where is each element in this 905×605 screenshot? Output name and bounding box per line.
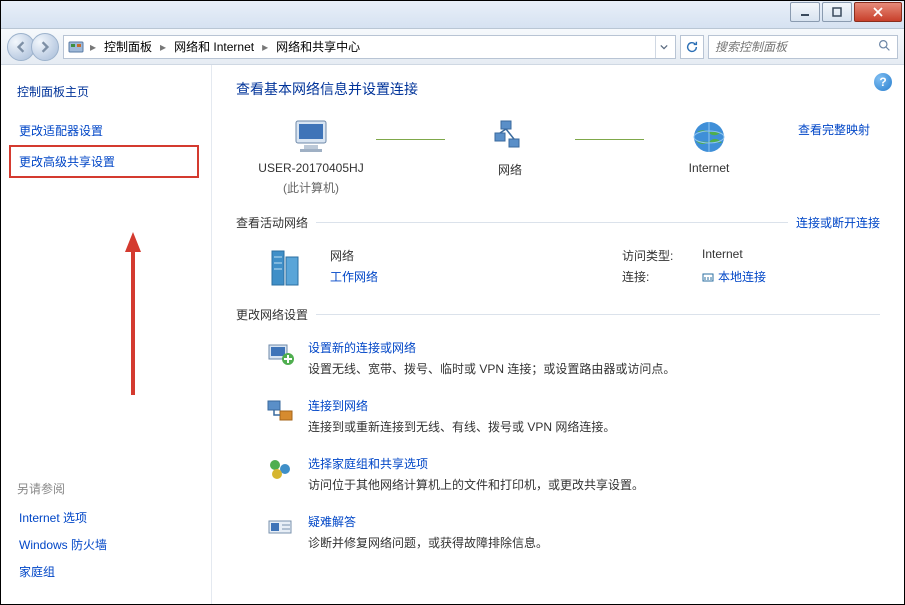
node-label: Internet <box>689 161 730 175</box>
see-also-windows-firewall[interactable]: Windows 防火墙 <box>17 532 195 557</box>
breadcrumb-bar[interactable]: ▸ 控制面板 ▸ 网络和 Internet ▸ 网络和共享中心 <box>63 35 676 59</box>
setting-item-homegroup[interactable]: 选择家庭组和共享选项 访问位于其他网络计算机上的文件和打印机，或更改共享设置。 <box>266 455 880 493</box>
prop-key-access: 访问类型: <box>622 247 682 264</box>
setting-item-troubleshoot[interactable]: 疑难解答 诊断并修复网络问题，或获得故障排除信息。 <box>266 513 880 551</box>
forward-arrow-icon <box>39 41 51 53</box>
see-also-title: 另请参阅 <box>17 480 195 497</box>
active-network-name: 网络 <box>330 247 490 264</box>
prop-val-access: Internet <box>702 247 743 264</box>
see-also-section: 另请参阅 Internet 选项 Windows 防火墙 家庭组 <box>17 470 195 586</box>
setting-item-new-connection[interactable]: 设置新的连接或网络 设置无线、宽带、拨号、临时或 VPN 连接；或设置路由器或访… <box>266 339 880 377</box>
annotation-arrow-icon <box>121 230 145 400</box>
node-sublabel: (此计算机) <box>283 179 339 196</box>
maximize-button[interactable] <box>822 2 852 22</box>
network-link-line <box>575 139 644 140</box>
address-bar: ▸ 控制面板 ▸ 网络和 Internet ▸ 网络和共享中心 <box>1 29 904 65</box>
help-icon: ? <box>879 75 886 89</box>
help-button[interactable]: ? <box>874 73 892 91</box>
nav-buttons <box>7 33 59 61</box>
see-also-internet-options[interactable]: Internet 选项 <box>17 505 195 530</box>
network-node-internet[interactable]: Internet <box>644 117 774 175</box>
setting-item-connect-network[interactable]: 连接到网络 连接到或重新连接到无线、有线、拨号或 VPN 网络连接。 <box>266 397 880 435</box>
sidebar-link-adapter-settings[interactable]: 更改适配器设置 <box>17 118 195 143</box>
close-button[interactable] <box>854 2 902 22</box>
chevron-down-icon <box>660 43 668 51</box>
new-connection-icon <box>266 339 294 367</box>
forward-button[interactable] <box>31 33 59 61</box>
setting-desc: 诊断并修复网络问题，或获得故障排除信息。 <box>308 534 548 551</box>
network-link-line <box>376 139 445 140</box>
server-rack-icon <box>266 247 308 289</box>
connection-name: 本地连接 <box>718 268 766 285</box>
setting-desc: 连接到或重新连接到无线、有线、拨号或 VPN 网络连接。 <box>308 418 615 435</box>
computer-icon <box>290 117 332 157</box>
back-arrow-icon <box>15 41 27 53</box>
breadcrumb-item[interactable]: 网络和共享中心 <box>274 38 362 55</box>
network-node-computer[interactable]: USER-20170405HJ (此计算机) <box>246 117 376 196</box>
search-icon <box>878 39 891 55</box>
active-network-type-link[interactable]: 工作网络 <box>330 268 490 285</box>
network-node-lan[interactable]: 网络 <box>445 117 575 178</box>
breadcrumb-sep-icon: ▸ <box>158 40 168 54</box>
main-pane: ? 查看基本网络信息并设置连接 USER-20170405HJ (此计算机) <box>211 65 904 604</box>
search-box[interactable] <box>708 35 898 59</box>
node-label: USER-20170405HJ <box>258 161 363 175</box>
minimize-icon <box>800 7 810 17</box>
prop-key-connection: 连接: <box>622 268 682 285</box>
setting-title: 选择家庭组和共享选项 <box>308 455 644 472</box>
breadcrumb-sep-icon: ▸ <box>88 40 98 54</box>
ethernet-icon <box>702 271 714 283</box>
breadcrumb-sep-icon: ▸ <box>260 40 270 54</box>
connect-network-icon <box>266 397 294 425</box>
active-network-row: 网络 工作网络 访问类型: Internet 连接: 本地连接 <box>236 239 880 306</box>
active-networks-header: 查看活动网络 连接或断开连接 <box>236 214 880 231</box>
maximize-icon <box>832 7 842 17</box>
control-panel-home-link[interactable]: 控制面板主页 <box>17 83 195 100</box>
setting-title: 设置新的连接或网络 <box>308 339 675 356</box>
section-title: 查看活动网络 <box>236 214 308 231</box>
setting-title: 疑难解答 <box>308 513 548 530</box>
page-title: 查看基本网络信息并设置连接 <box>236 79 880 99</box>
setting-desc: 设置无线、宽带、拨号、临时或 VPN 连接；或设置路由器或访问点。 <box>308 360 675 377</box>
search-input[interactable] <box>715 40 872 54</box>
control-panel-icon <box>68 39 84 55</box>
globe-icon <box>689 117 729 157</box>
refresh-button[interactable] <box>680 35 704 59</box>
connect-disconnect-link[interactable]: 连接或断开连接 <box>796 214 880 231</box>
refresh-icon <box>685 40 699 54</box>
view-full-map-link[interactable]: 查看完整映射 <box>798 121 870 138</box>
setting-desc: 访问位于其他网络计算机上的文件和打印机，或更改共享设置。 <box>308 476 644 493</box>
change-settings-list: 设置新的连接或网络 设置无线、宽带、拨号、临时或 VPN 连接；或设置路由器或访… <box>236 331 880 551</box>
minimize-button[interactable] <box>790 2 820 22</box>
sidebar: 控制面板主页 更改适配器设置 更改高级共享设置 另请参阅 Internet 选项… <box>1 65 211 604</box>
breadcrumb-item[interactable]: 控制面板 <box>102 38 154 55</box>
active-network-icon <box>266 247 308 292</box>
node-label: 网络 <box>498 161 522 178</box>
setting-title: 连接到网络 <box>308 397 615 414</box>
network-map: USER-20170405HJ (此计算机) 网络 <box>236 117 880 196</box>
breadcrumb-dropdown[interactable] <box>655 36 671 58</box>
section-title: 更改网络设置 <box>236 306 308 323</box>
network-icon <box>491 117 529 157</box>
prop-val-connection-link[interactable]: 本地连接 <box>702 268 766 285</box>
sidebar-link-advanced-sharing[interactable]: 更改高级共享设置 <box>9 145 199 178</box>
close-icon <box>873 7 883 17</box>
see-also-homegroup[interactable]: 家庭组 <box>17 559 195 584</box>
homegroup-icon <box>266 455 294 483</box>
change-settings-header: 更改网络设置 <box>236 306 880 323</box>
breadcrumb-item[interactable]: 网络和 Internet <box>172 38 256 55</box>
troubleshoot-icon <box>266 513 294 541</box>
window-titlebar <box>1 1 904 29</box>
